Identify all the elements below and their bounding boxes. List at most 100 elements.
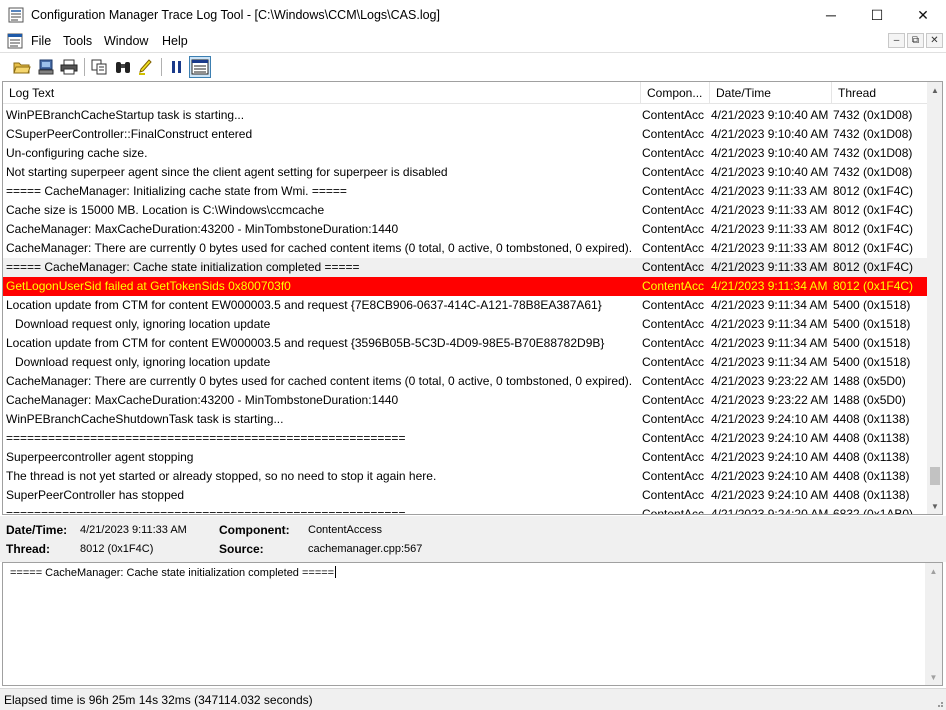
- message-text-box[interactable]: ===== CacheManager: Cache state initiali…: [2, 562, 943, 686]
- menu-tools[interactable]: Tools: [63, 34, 92, 48]
- scrollbar-thumb[interactable]: [930, 467, 940, 485]
- menu-file[interactable]: File: [31, 34, 51, 48]
- log-text-cell: ===== CacheManager: Cache state initiali…: [6, 260, 360, 274]
- log-row[interactable]: WinPEBranchCacheStartup task is starting…: [3, 106, 927, 125]
- toolbar-separator: [84, 58, 85, 76]
- scroll-up-icon[interactable]: ▲: [925, 563, 942, 579]
- log-row[interactable]: Location update from CTM for content EW0…: [3, 296, 927, 315]
- log-text-cell: CSuperPeerController::FinalConstruct ent…: [6, 127, 253, 141]
- datetime-cell: 4/21/2023 9:11:34 AM: [711, 279, 828, 293]
- menu-window[interactable]: Window: [104, 34, 148, 48]
- log-row[interactable]: Cache size is 15000 MB. Location is C:\W…: [3, 201, 927, 220]
- log-row[interactable]: GetLogonUserSid failed at GetTokenSids 0…: [3, 277, 927, 296]
- window-title: Configuration Manager Trace Log Tool - […: [31, 8, 440, 22]
- pause-button[interactable]: [166, 56, 188, 78]
- message-text: ===== CacheManager: Cache state initiali…: [10, 567, 335, 579]
- datetime-label: Date/Time:: [6, 523, 68, 537]
- highlighter-icon: [139, 59, 152, 75]
- log-row[interactable]: ===== CacheManager: Cache state initiali…: [3, 258, 927, 277]
- thread-cell: 7432 (0x1D08): [833, 127, 913, 141]
- component-cell: ContentAcc: [642, 412, 705, 426]
- find-button[interactable]: [112, 56, 134, 78]
- thread-cell: 8012 (0x1F4C): [833, 279, 914, 293]
- datetime-cell: 4/21/2023 9:11:33 AM: [711, 222, 828, 236]
- maximize-button[interactable]: ☐: [854, 0, 900, 30]
- log-row[interactable]: Download request only, ignoring location…: [3, 315, 927, 334]
- highlight-button[interactable]: [135, 56, 157, 78]
- log-text-cell: Location update from CTM for content EW0…: [6, 298, 602, 312]
- thread-cell: 7432 (0x1D08): [833, 108, 913, 122]
- pause-icon: [172, 61, 181, 73]
- component-cell: ContentAcc: [642, 469, 705, 483]
- column-header-thread[interactable]: Thread: [832, 82, 927, 104]
- log-row[interactable]: Superpeercontroller agent stopping Conten…: [3, 448, 927, 467]
- component-cell: ContentAcc: [642, 298, 705, 312]
- log-row[interactable]: ========================================…: [3, 505, 927, 515]
- log-text-cell: ===== CacheManager: Initializing cache s…: [6, 184, 347, 198]
- scroll-down-icon[interactable]: ▼: [927, 498, 942, 514]
- log-row[interactable]: The thread is not yet started or already…: [3, 467, 927, 486]
- close-button[interactable]: ✕: [900, 0, 946, 30]
- log-row[interactable]: CacheManager: There are currently 0 byte…: [3, 372, 927, 391]
- log-text-cell: Un-configuring cache size.: [6, 146, 148, 160]
- text-caret: [335, 566, 337, 578]
- scroll-up-icon[interactable]: ▲: [927, 82, 942, 98]
- log-row[interactable]: ===== CacheManager: Initializing cache s…: [3, 182, 927, 201]
- log-row[interactable]: Not starting superpeer agent since the c…: [3, 163, 927, 182]
- log-text-cell: WinPEBranchCacheStartup task is starting…: [6, 108, 245, 122]
- log-row[interactable]: Download request only, ignoring location…: [3, 353, 927, 372]
- datetime-cell: 4/21/2023 9:24:10 AM: [711, 469, 829, 483]
- mdi-close-button[interactable]: ✕: [926, 33, 943, 48]
- entry-details: Date/Time: 4/21/2023 9:11:33 AM Componen…: [0, 516, 946, 562]
- scroll-down-icon[interactable]: ▼: [925, 669, 942, 685]
- toolbar-separator: [161, 58, 162, 76]
- open-button[interactable]: [11, 56, 33, 78]
- log-text-cell: GetLogonUserSid failed at GetTokenSids 0…: [6, 279, 291, 293]
- mdi-minimize-button[interactable]: –: [888, 33, 905, 48]
- print-button[interactable]: [58, 56, 80, 78]
- thread-cell: 1488 (0x5D0): [833, 393, 906, 407]
- log-row[interactable]: Location update from CTM for content EW0…: [3, 334, 927, 353]
- log-text-cell: Superpeercontroller agent stopping: [6, 450, 194, 464]
- log-row[interactable]: CacheManager: MaxCacheDuration:43200 - M…: [3, 220, 927, 239]
- log-text-cell: Download request only, ignoring location…: [15, 317, 271, 331]
- resize-grip-icon[interactable]: [934, 698, 944, 708]
- menu-help[interactable]: Help: [162, 34, 188, 48]
- message-vertical-scrollbar[interactable]: ▲ ▼: [925, 563, 942, 685]
- copy-button[interactable]: [88, 56, 110, 78]
- column-header-log-text[interactable]: Log Text: [3, 82, 641, 104]
- thread-cell: 4408 (0x1138): [833, 431, 910, 445]
- log-row[interactable]: Un-configuring cache size. ContentAcc 4/21…: [3, 144, 927, 163]
- log-row[interactable]: WinPEBranchCacheShutdownTask task is sta…: [3, 410, 927, 429]
- log-row[interactable]: ========================================…: [3, 429, 927, 448]
- log-text-cell: CacheManager: There are currently 0 byte…: [6, 241, 633, 255]
- thread-cell: 1488 (0x5D0): [833, 374, 906, 388]
- log-row[interactable]: SuperPeerController has stopped ContentAc…: [3, 486, 927, 505]
- log-row[interactable]: CacheManager: There are currently 0 byte…: [3, 239, 927, 258]
- log-row[interactable]: CSuperPeerController::FinalConstruct ent…: [3, 125, 927, 144]
- print-preview-button[interactable]: [35, 56, 57, 78]
- log-vertical-scrollbar[interactable]: ▲ ▼: [927, 82, 942, 514]
- document-window-icon[interactable]: [7, 33, 23, 49]
- elapsed-time-status: Elapsed time is 96h 25m 14s 32ms (347114…: [4, 693, 313, 707]
- minimize-button[interactable]: ─: [808, 0, 854, 30]
- component-cell: ContentAcc: [642, 431, 705, 445]
- details-pane-icon: [191, 59, 209, 75]
- log-text-cell: ========================================…: [6, 507, 406, 515]
- datetime-cell: 4/21/2023 9:24:10 AM: [711, 412, 829, 426]
- mdi-restore-button[interactable]: ⧉: [907, 33, 924, 48]
- datetime-cell: 4/21/2023 9:11:33 AM: [711, 203, 828, 217]
- component-label: Component:: [219, 523, 290, 537]
- toggle-details-button[interactable]: [189, 56, 211, 78]
- log-row[interactable]: CacheManager: MaxCacheDuration:43200 - M…: [3, 391, 927, 410]
- toolbar: [0, 52, 946, 80]
- open-folder-icon: [13, 62, 31, 74]
- thread-cell: 8012 (0x1F4C): [833, 184, 914, 198]
- log-list[interactable]: Log Text Compon... Date/Time Thread WinP…: [2, 81, 943, 515]
- printer-icon: [60, 59, 78, 75]
- datetime-cell: 4/21/2023 9:24:10 AM: [711, 488, 829, 502]
- component-cell: ContentAcc: [642, 127, 705, 141]
- log-text-cell: ========================================…: [6, 431, 406, 445]
- column-header-component[interactable]: Compon...: [641, 82, 710, 104]
- column-header-datetime[interactable]: Date/Time: [710, 82, 832, 104]
